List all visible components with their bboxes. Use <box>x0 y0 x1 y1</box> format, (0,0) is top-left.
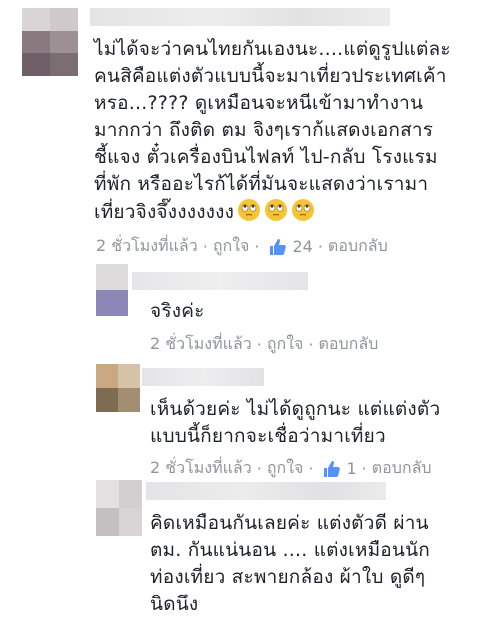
avatar[interactable] <box>96 264 128 316</box>
commenter-name-blurred[interactable] <box>90 8 390 26</box>
comment-line: คิดเหมือนกันเลยค่ะ แต่งตัวดี ผ่าน <box>150 512 429 534</box>
reply-link[interactable]: ตอบกลับ <box>318 332 378 357</box>
comment-line: ชี้แจง ตั๋วเครื่องบินไฟลท์ ไป-กลับ โรงแร… <box>94 146 438 168</box>
comment-line: ท่องเที่ยว สะพายกล้อง ผ้าใบ ดูดีๆ <box>150 566 426 588</box>
thumbs-up-icon <box>270 238 287 255</box>
commenter-name-blurred[interactable] <box>142 368 264 386</box>
comment-line: มากกว่า ถึงติด ตม จิงๆเราก้แสดงเอกสาร <box>94 119 434 141</box>
avatar[interactable] <box>96 480 142 536</box>
comment-meta: 2 ชั่วโมงที่แล้ว · ถูกใจ · ตอบกลับ <box>150 332 378 357</box>
comment-body: ไม่ได้จะว่าคนไทยกันเองนะ....แต่ดูรูปแต่ล… <box>94 36 451 225</box>
avatar[interactable] <box>96 364 140 412</box>
thumbs-up-icon <box>324 460 341 477</box>
comment-meta: 2 ชั่วโมงที่แล้ว · ถูกใจ · 24 · ตอบกลับ <box>96 234 388 259</box>
like-link[interactable]: ถูกใจ <box>267 332 304 357</box>
like-count[interactable]: 1 <box>346 459 356 478</box>
separator-dot: · <box>254 237 260 256</box>
comment-line-last: เที่ยวจิงจึ๊งงงงงงง <box>94 198 451 225</box>
comment-line: ไม่ได้จะว่าคนไทยกันเองนะ....แต่ดูรูปแต่ล… <box>94 38 451 60</box>
comment-line: เห็นด้วยค่ะ ไม่ได้ดูถูกนะ แต่แต่งตัว <box>150 398 441 420</box>
separator-dot: · <box>256 335 262 354</box>
comment-body: เห็นด้วยค่ะ ไม่ได้ดูถูกนะ แต่แต่งตัว แบบ… <box>150 396 440 450</box>
separator-dot: · <box>361 459 367 478</box>
timestamp[interactable]: 2 ชั่วโมงที่แล้ว <box>150 332 252 357</box>
comment-line: คนสิคือแต่งตัวแบบนี้จะมาเที่ยวประเทศเค้า <box>94 65 447 87</box>
face-with-rolling-eyes-icon <box>238 199 261 221</box>
separator-dot: · <box>256 459 262 478</box>
comment-line: หรอ...???? ดูเหมือนจะหนีเข้ามาทำงาน <box>94 92 424 114</box>
reply-link[interactable]: ตอบกลับ <box>372 456 432 481</box>
comment-line: แบบนี้ก็ยากจะเชื่อว่ามาเที่ยว <box>150 425 386 447</box>
like-count[interactable]: 24 <box>292 237 312 256</box>
separator-dot: · <box>308 335 314 354</box>
timestamp[interactable]: 2 ชั่วโมงที่แล้ว <box>96 234 198 259</box>
comment-line: นิดนึง <box>150 593 199 615</box>
comment-body: คิดเหมือนกันเลยค่ะ แต่งตัวดี ผ่าน ตม. กั… <box>150 510 430 618</box>
avatar[interactable] <box>22 8 78 76</box>
timestamp[interactable]: 2 ชั่วโมงที่แล้ว <box>150 456 252 481</box>
separator-dot: · <box>202 237 208 256</box>
comment-line: จริงค่ะ <box>150 300 205 322</box>
separator-dot: · <box>308 459 314 478</box>
comment-line: ที่พัก หรืออะไรก้ได้ที่มันจะแสดงว่าเรามา <box>94 173 429 195</box>
reply-link[interactable]: ตอบกลับ <box>328 234 388 259</box>
face-with-rolling-eyes-icon <box>265 199 288 221</box>
like-link[interactable]: ถูกใจ <box>267 456 304 481</box>
face-with-rolling-eyes-icon <box>292 199 315 221</box>
like-link[interactable]: ถูกใจ <box>213 234 250 259</box>
commenter-name-blurred[interactable] <box>132 272 308 290</box>
comment-line: ตม. กันแน่นอน .... แต่งเหมือนนัก <box>150 539 430 561</box>
comment-meta: 2 ชั่วโมงที่แล้ว · ถูกใจ · 1 · ตอบกลับ <box>150 456 432 481</box>
commenter-name-blurred[interactable] <box>146 482 386 500</box>
comment-body: จริงค่ะ <box>150 298 205 325</box>
separator-dot: · <box>317 237 323 256</box>
